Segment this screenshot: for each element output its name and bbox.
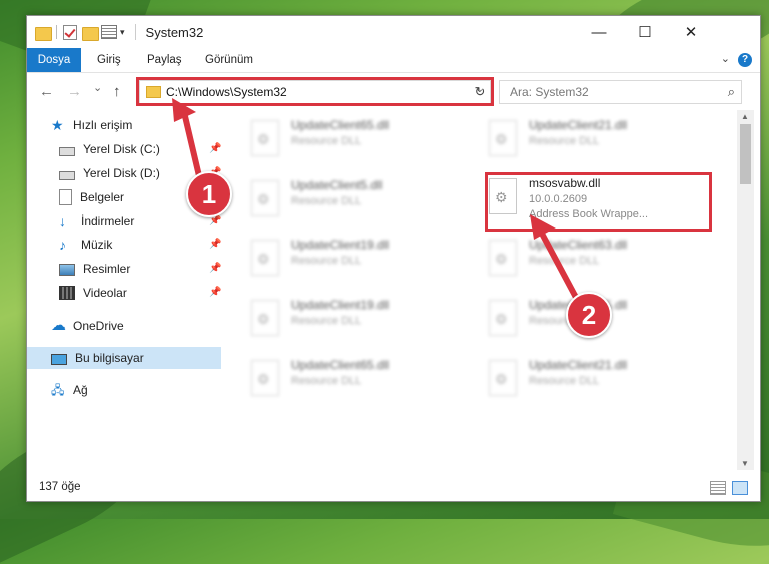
step-badge-2: 2 [566,292,612,338]
annotation-arrows [172,98,583,307]
arrow-1 [181,111,203,181]
step-badge-1: 1 [186,171,232,217]
arrow-2 [538,230,583,307]
